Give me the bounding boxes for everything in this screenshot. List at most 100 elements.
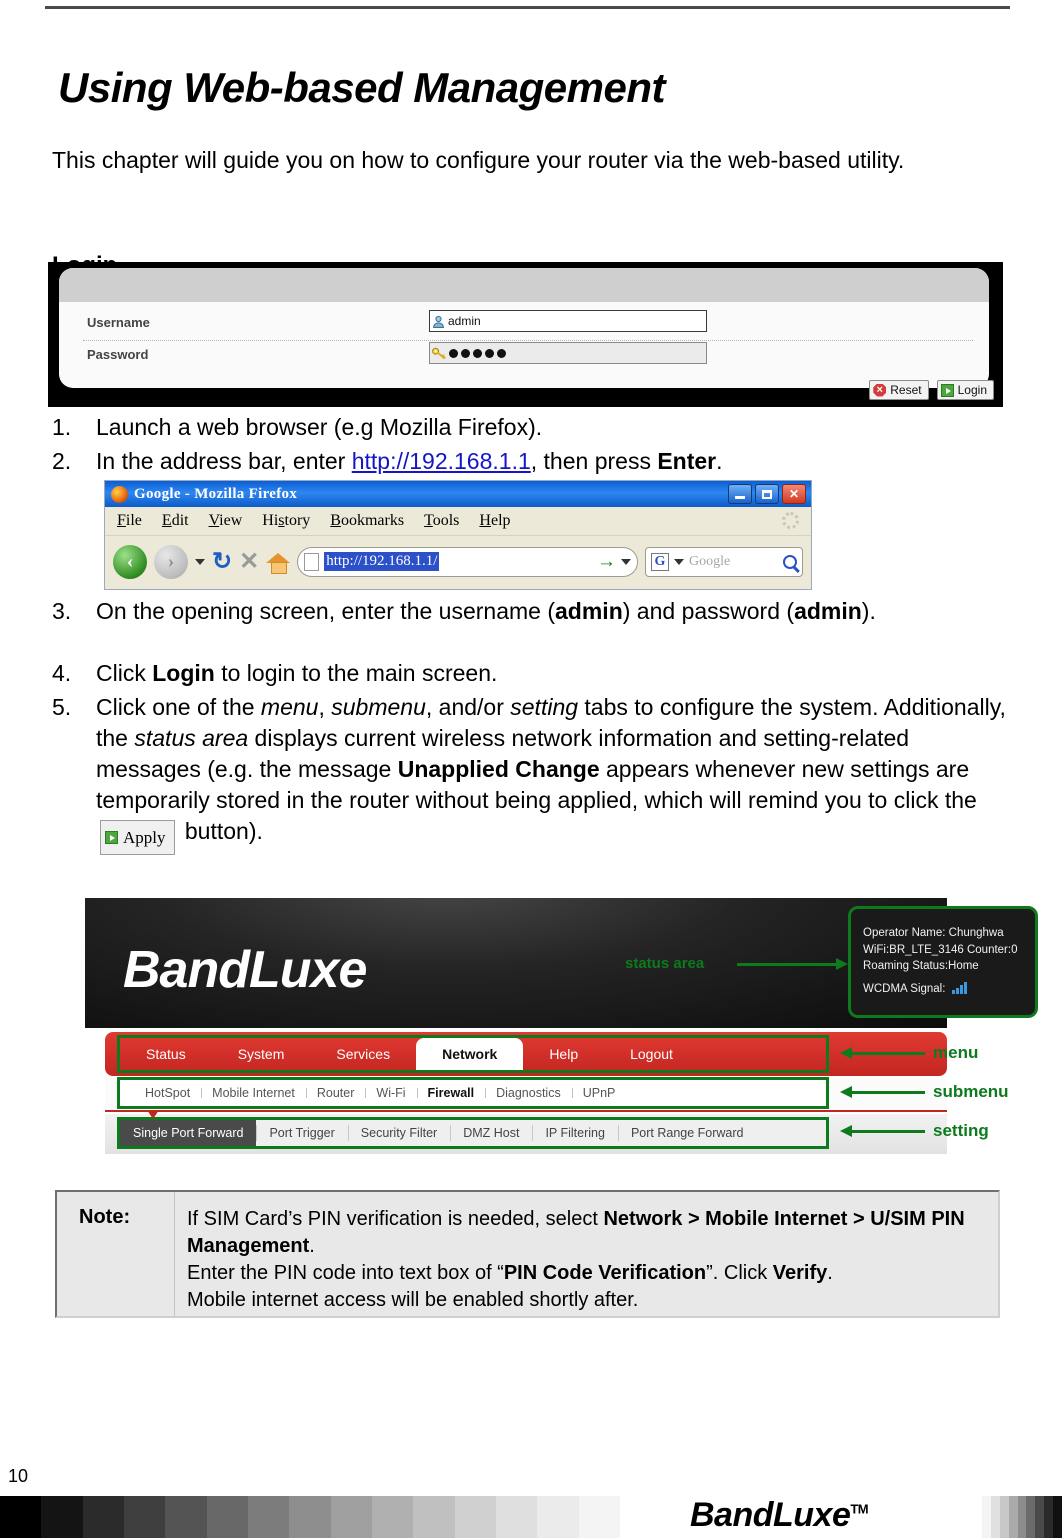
annotation-submenu: submenu xyxy=(933,1082,1009,1101)
annotation-arrow-submenu xyxy=(840,1086,925,1098)
username-row: Username admin xyxy=(59,310,989,342)
menu-tab-logout[interactable]: Logout xyxy=(604,1038,699,1070)
search-icon[interactable] xyxy=(783,554,797,569)
setting-bar: Single Port Forward Port Trigger Securit… xyxy=(105,1114,947,1154)
reset-button[interactable]: Reset xyxy=(869,380,929,400)
note-text: If SIM Card’s PIN verification is needed… xyxy=(187,1208,965,1311)
firefox-titlebar: Google - Mozilla Firefox ✕ xyxy=(105,481,811,507)
go-arrow-icon[interactable]: → xyxy=(597,551,616,573)
submenu-tab-router[interactable]: Router xyxy=(305,1086,366,1100)
router-address-link[interactable]: http://192.168.1.1 xyxy=(352,448,531,474)
play-icon xyxy=(105,831,118,844)
menu-bar: Status System Services Network Help Logo… xyxy=(105,1032,947,1076)
password-masked-value xyxy=(449,348,506,358)
grayscale-gradient-left xyxy=(0,1496,620,1538)
chevron-down-icon[interactable] xyxy=(195,558,205,565)
address-bar[interactable]: http://192.168.1.1/ → xyxy=(297,546,638,577)
search-engine-dropdown-icon[interactable] xyxy=(674,558,684,565)
signal-bars-icon xyxy=(951,981,967,994)
setting-tab-port-range-forward[interactable]: Port Range Forward xyxy=(617,1120,757,1146)
menu-tabs: Status System Services Network Help Logo… xyxy=(117,1035,829,1073)
login-panel-screenshot: Username admin Password × Reset Login xyxy=(48,262,1003,407)
active-tab-caret-icon xyxy=(147,1110,159,1119)
login-button-bar: Reset Login xyxy=(869,380,994,400)
document-page: Using Web-based Management This chapter … xyxy=(0,0,1062,1538)
router-header: BandLuxe Operator Name: Chunghwa WiFi:BR… xyxy=(85,898,1038,1028)
status-operator: Operator Name: Chunghwa xyxy=(863,927,1004,939)
step-4: 4. Click Login to login to the main scre… xyxy=(52,658,1002,689)
step-3: 3. On the opening screen, enter the user… xyxy=(52,596,1002,627)
throbber-icon xyxy=(782,512,799,529)
menu-tab-services[interactable]: Services xyxy=(310,1038,416,1070)
home-icon[interactable] xyxy=(266,551,291,574)
password-label: Password xyxy=(87,347,149,362)
menu-view[interactable]: View xyxy=(209,512,243,530)
step-1: 1. Launch a web browser (e.g Mozilla Fir… xyxy=(52,412,1002,443)
menu-file[interactable]: File xyxy=(117,512,142,530)
menu-tools[interactable]: Tools xyxy=(424,512,459,530)
search-bar[interactable]: G Google xyxy=(645,546,803,577)
page-number: 10 xyxy=(8,1466,29,1486)
submenu-tab-hotspot[interactable]: HotSpot xyxy=(134,1086,201,1100)
submenu-tabs: HotSpot Mobile Internet Router Wi-Fi Fir… xyxy=(117,1077,829,1109)
setting-tab-single-port-forward[interactable]: Single Port Forward xyxy=(120,1120,257,1146)
status-signal-label: WCDMA Signal: xyxy=(863,982,946,995)
username-input[interactable]: admin xyxy=(429,310,707,332)
stop-icon[interactable]: ✕ xyxy=(239,547,259,576)
reload-icon[interactable]: ↻ xyxy=(212,547,232,576)
close-button[interactable]: ✕ xyxy=(782,484,806,504)
grayscale-gradient-right xyxy=(982,1496,1062,1538)
page-title: Using Web-based Management xyxy=(58,64,666,112)
router-ui-screenshot: BandLuxe Operator Name: Chunghwa WiFi:BR… xyxy=(85,898,1038,1163)
step-2: 2. In the address bar, enter http://192.… xyxy=(52,446,1002,477)
firefox-icon xyxy=(111,485,128,503)
setting-tab-port-trigger[interactable]: Port Trigger xyxy=(256,1120,347,1146)
menu-tab-network[interactable]: Network xyxy=(416,1038,524,1070)
annotation-setting: setting xyxy=(933,1121,989,1140)
setting-tab-ip-filtering[interactable]: IP Filtering xyxy=(532,1120,618,1146)
menu-help[interactable]: Help xyxy=(479,512,510,530)
menu-tab-status[interactable]: Status xyxy=(120,1038,212,1070)
trademark-symbol: TM xyxy=(850,1501,869,1517)
setting-tab-dmz-host[interactable]: DMZ Host xyxy=(450,1120,532,1146)
setting-tabs: Single Port Forward Port Trigger Securit… xyxy=(117,1117,829,1149)
chapter-intro: This chapter will guide you on how to co… xyxy=(52,147,905,173)
key-icon xyxy=(432,347,446,359)
firefox-navigation-toolbar: ‹ › ↻ ✕ http://192.168.1.1/ → G Google xyxy=(105,535,811,587)
submenu-tab-mobile-internet[interactable]: Mobile Internet xyxy=(201,1086,306,1100)
submenu-tab-diagnostics[interactable]: Diagnostics xyxy=(485,1086,572,1100)
menu-bookmarks[interactable]: Bookmarks xyxy=(330,512,404,530)
maximize-button[interactable] xyxy=(755,484,779,504)
minimize-button[interactable] xyxy=(728,484,752,504)
footer-logo: BandLuxeTM xyxy=(690,1496,869,1535)
step-5-number: 5. xyxy=(52,694,72,720)
step-1-text: Launch a web browser (e.g Mozilla Firefo… xyxy=(96,414,543,440)
menu-tab-system[interactable]: System xyxy=(212,1038,311,1070)
firefox-window-title: Google - Mozilla Firefox xyxy=(134,485,298,502)
menu-tab-help[interactable]: Help xyxy=(523,1038,604,1070)
annotation-arrow-status xyxy=(737,958,848,970)
submenu-tab-firewall[interactable]: Firewall xyxy=(416,1086,486,1100)
username-label: Username xyxy=(87,315,150,330)
password-input[interactable] xyxy=(429,342,707,364)
annotation-status-area: status area xyxy=(625,955,705,972)
reset-icon xyxy=(873,383,887,397)
login-panel-titlebar xyxy=(59,268,989,302)
step-3-text: On the opening screen, enter the usernam… xyxy=(96,598,876,624)
address-dropdown-icon[interactable] xyxy=(621,558,631,565)
header-rule xyxy=(45,6,1010,9)
setting-tab-security-filter[interactable]: Security Filter xyxy=(347,1120,450,1146)
forward-button[interactable]: › xyxy=(154,544,188,579)
status-area: Operator Name: Chunghwa WiFi:BR_LTE_3146… xyxy=(848,906,1038,1018)
play-icon xyxy=(940,383,954,397)
step-1-number: 1. xyxy=(52,414,72,440)
submenu-tab-upnp[interactable]: UPnP xyxy=(571,1086,627,1100)
menu-edit[interactable]: Edit xyxy=(162,512,189,530)
login-button-label: Login xyxy=(957,383,987,397)
step-2-text: In the address bar, enter http://192.168… xyxy=(96,448,723,474)
submenu-tab-wifi[interactable]: Wi-Fi xyxy=(365,1086,416,1100)
login-button[interactable]: Login xyxy=(936,380,994,400)
menu-history[interactable]: History xyxy=(262,512,310,530)
back-button[interactable]: ‹ xyxy=(113,544,147,579)
google-icon: G xyxy=(651,552,669,571)
